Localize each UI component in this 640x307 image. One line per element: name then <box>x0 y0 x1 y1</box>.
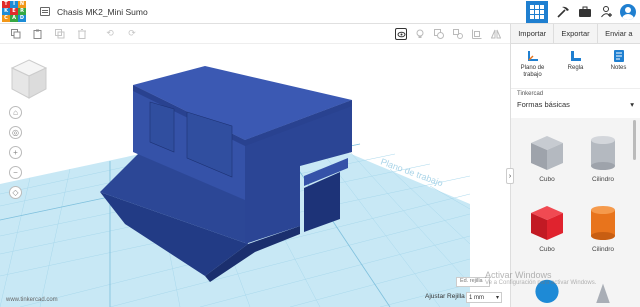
logo-letter: I <box>10 0 18 8</box>
logo-letter: A <box>10 14 18 22</box>
panel-tabs: Importar Exportar Enviar a <box>511 24 640 44</box>
panel-scrollbar[interactable] <box>633 120 636 160</box>
lightbulb-icon[interactable] <box>414 28 426 40</box>
ungroup-icon[interactable] <box>452 28 464 40</box>
logo-letter: R <box>18 7 26 15</box>
send-to-button[interactable]: Enviar a <box>598 24 640 43</box>
zoom-in-icon[interactable]: + <box>9 146 22 159</box>
activate-subtitle: Ve a Configuración para activar Windows. <box>485 280 597 286</box>
ruler-tool[interactable]: Regla <box>554 44 597 88</box>
workplane-canvas[interactable]: Plano de trabajo <box>0 44 510 307</box>
shape-box-gray[interactable]: Cubo <box>519 124 575 194</box>
activate-title: Activar Windows <box>485 270 552 280</box>
ruler-icon <box>569 49 583 63</box>
home-view-icon[interactable]: ⌂ <box>9 106 22 119</box>
snap-grid-label: Ajustar Rejilla <box>425 293 465 300</box>
shape-label: Cilindro <box>591 246 615 253</box>
logo-letter: N <box>18 0 26 8</box>
shape-label: Cubo <box>539 176 555 183</box>
shape-box-red[interactable]: Cubo <box>519 194 575 264</box>
export-button[interactable]: Exportar <box>554 24 598 43</box>
view-cube[interactable] <box>10 58 48 102</box>
shape-cylinder-gray[interactable]: Cilindro <box>575 124 631 194</box>
delete-icon[interactable] <box>76 28 88 40</box>
user-avatar-icon[interactable] <box>620 4 636 20</box>
shape-library-selector[interactable]: Tinkercad Formas básicas ▾ <box>511 88 640 118</box>
grid-view-icon[interactable] <box>526 1 548 23</box>
add-user-icon[interactable] <box>598 3 616 21</box>
logo-letter: K <box>2 7 10 15</box>
edit-toolbar: ⟲ ⟳ <box>0 24 510 44</box>
shape-label: Cilindro <box>591 176 615 183</box>
workplane-tool[interactable]: Plano de trabajo <box>511 44 554 88</box>
site-url: www.tinkercad.com <box>6 297 58 303</box>
duplicate-icon[interactable] <box>54 28 66 40</box>
tinkercad-logo[interactable]: T I N K E R C A D <box>2 0 28 23</box>
workplane-viewport[interactable]: Plano de trabajo ⌂ ◎ + − ◇ www.tinkercad… <box>0 44 510 307</box>
fit-view-icon[interactable]: ◎ <box>9 126 22 139</box>
snap-grid-value: 1 mm <box>469 294 484 301</box>
right-panel: Importar Exportar Enviar a Plano de trab… <box>510 24 640 307</box>
briefcase-icon[interactable] <box>576 3 594 21</box>
document-icon[interactable] <box>40 7 50 16</box>
chevron-down-icon: ▾ <box>630 100 634 109</box>
logo-letter: E <box>10 7 18 15</box>
logo-letter: D <box>18 14 26 22</box>
notes-icon <box>612 49 626 63</box>
library-source: Tinkercad <box>517 91 544 97</box>
group-icon[interactable] <box>433 28 445 40</box>
collapse-panel-button[interactable]: › <box>506 168 514 184</box>
workplane-tool-label: Plano de trabajo <box>520 65 545 78</box>
logo-letter: T <box>2 0 10 8</box>
redo-icon[interactable]: ⟳ <box>126 28 138 40</box>
panel-tools: Plano de trabajo Regla Notes <box>511 44 640 88</box>
logo-letter: C <box>2 14 10 22</box>
ruler-tool-label: Regla <box>567 65 584 71</box>
shape-label: Cubo <box>539 246 555 253</box>
notes-tool[interactable]: Notes <box>597 44 640 88</box>
view-icon[interactable] <box>395 28 407 40</box>
chevron-down-icon: ▾ <box>495 295 499 301</box>
import-button[interactable]: Importar <box>511 24 555 43</box>
paste-icon[interactable] <box>32 28 44 40</box>
right-toolbar <box>395 28 502 40</box>
windows-activation-watermark: Activar Windows Ve a Configuración para … <box>485 270 596 286</box>
copy-icon[interactable] <box>10 28 22 40</box>
zoom-out-icon[interactable]: − <box>9 166 22 179</box>
snap-grid-select[interactable]: 1 mm ▾ <box>466 292 502 303</box>
workplane-icon <box>526 49 540 63</box>
notes-tool-label: Notes <box>610 65 627 71</box>
library-selected: Formas básicas <box>517 100 570 109</box>
hammer-pickaxe-icon[interactable] <box>554 3 572 21</box>
mirror-icon[interactable] <box>490 28 502 40</box>
align-icon[interactable] <box>471 28 483 40</box>
top-bar: T I N K E R C A D Chasis MK2_Mini Sumo <box>0 0 640 24</box>
shape-cylinder-orange[interactable]: Cilindro <box>575 194 631 264</box>
undo-icon[interactable]: ⟲ <box>104 28 116 40</box>
top-right-actions <box>526 0 640 24</box>
view-controls: ⌂ ◎ + − ◇ <box>9 106 22 199</box>
perspective-icon[interactable]: ◇ <box>9 186 22 199</box>
document-title[interactable]: Chasis MK2_Mini Sumo <box>57 7 148 17</box>
